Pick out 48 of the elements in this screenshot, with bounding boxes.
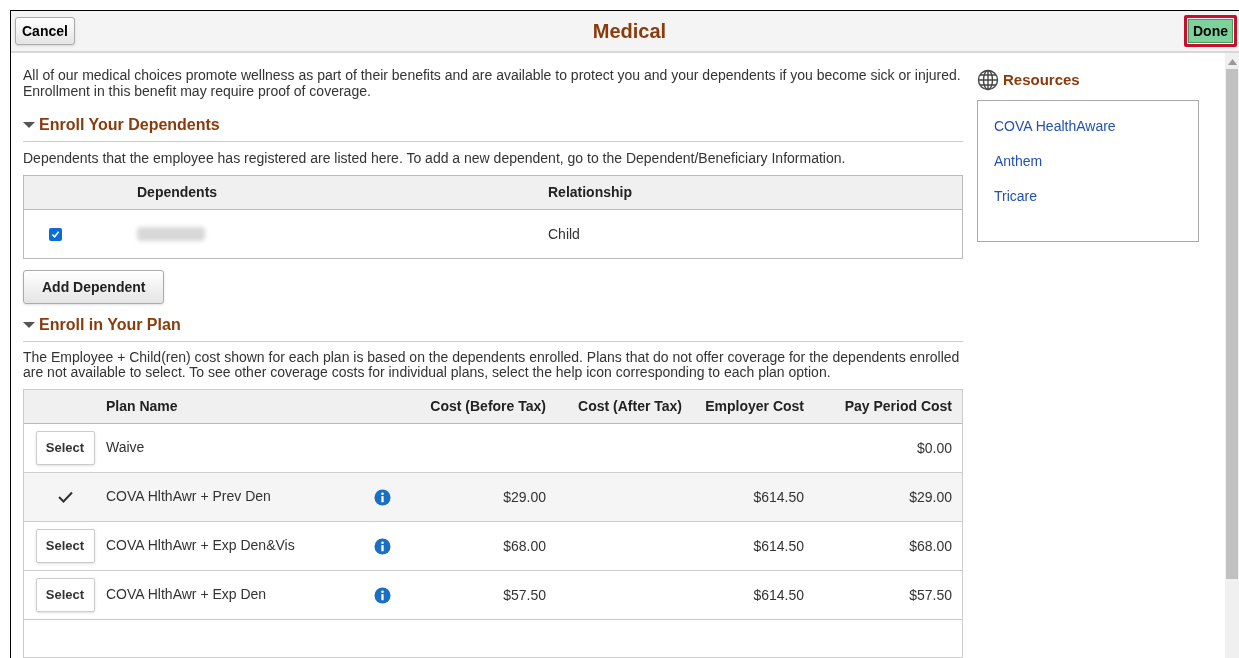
caret-icon[interactable] — [23, 321, 35, 329]
table-cell-text: $57.50 — [502, 585, 546, 605]
select-button[interactable]: Select — [35, 431, 95, 465]
info-icon[interactable] — [374, 537, 391, 555]
column-header: Pay Period Cost — [843, 397, 952, 416]
column-header: Relationship — [548, 183, 632, 202]
info-icon[interactable] — [374, 488, 391, 506]
table-cell-text: $0.00 — [915, 438, 952, 458]
section-title: Enroll in Your Plan — [39, 315, 181, 335]
column-header: Cost (Before Tax) — [429, 397, 546, 416]
resource-link[interactable]: Anthem — [994, 151, 1198, 171]
cancel-button[interactable]: Cancel — [15, 17, 75, 45]
table-cell-text: $29.00 — [908, 487, 952, 507]
intro-text: All of our medical choices promote wellness as part of their benefits and are available to protect you and your dependents if you become sick or injured. Enrollment in this benefit may require proof of coverage. — [23, 67, 962, 99]
plan-name: COVA HlthAwr + Exp Den&Vis — [106, 536, 296, 555]
table-cell-text: $614.50 — [752, 487, 804, 507]
section-description: The Employee + Child(ren) cost shown for each plan is based on the dependents enrolled. Plans that do not offer coverage for the dependents enrolled are not available to select. To see other coverage costs for individual plans, select the help icon corresponding to each plan option. — [23, 350, 961, 380]
table-cell-text: $614.50 — [752, 585, 804, 605]
column-header: Cost (After Tax) — [577, 397, 682, 416]
column-header: Employer Cost — [704, 397, 804, 416]
table-cell-text: $614.50 — [752, 536, 804, 556]
select-button[interactable]: Select — [35, 578, 95, 612]
section-description: Dependents that the employee has registered are listed here. To add a new dependent, go to the Dependent/Beneficiary Information. — [23, 150, 847, 166]
info-icon[interactable] — [374, 586, 391, 604]
column-header: Plan Name — [106, 397, 179, 416]
select-button[interactable]: Select — [35, 529, 95, 563]
add-dependent-button[interactable]: Add Dependent — [23, 270, 165, 304]
caret-icon[interactable] — [23, 121, 35, 129]
table-cell-text: $29.00 — [502, 487, 546, 507]
globe-icon — [977, 69, 999, 92]
plan-name: COVA HlthAwr + Prev Den — [106, 487, 272, 506]
table-cell-text: Child — [548, 224, 580, 244]
table-cell-text: $57.50 — [908, 585, 952, 605]
plan-name: Waive — [106, 438, 146, 457]
redacted-name — [137, 227, 205, 241]
scrollbar[interactable] — [1225, 53, 1239, 658]
checkbox[interactable] — [49, 227, 62, 241]
column-header: Dependents — [137, 183, 219, 202]
table-cell-text: $68.00 — [502, 536, 546, 556]
table-cell-text: $68.00 — [908, 536, 952, 556]
resource-link[interactable]: COVA HealthAware — [994, 116, 1198, 136]
resource-link[interactable]: Tricare — [994, 186, 1198, 206]
resources-title: Resources — [1003, 70, 1080, 90]
done-button[interactable]: Done — [1188, 19, 1233, 44]
checkmark-icon — [57, 491, 73, 503]
plan-name: COVA HlthAwr + Exp Den — [106, 585, 268, 604]
section-title: Enroll Your Dependents — [39, 115, 220, 135]
page-title: Medical — [592, 19, 667, 44]
